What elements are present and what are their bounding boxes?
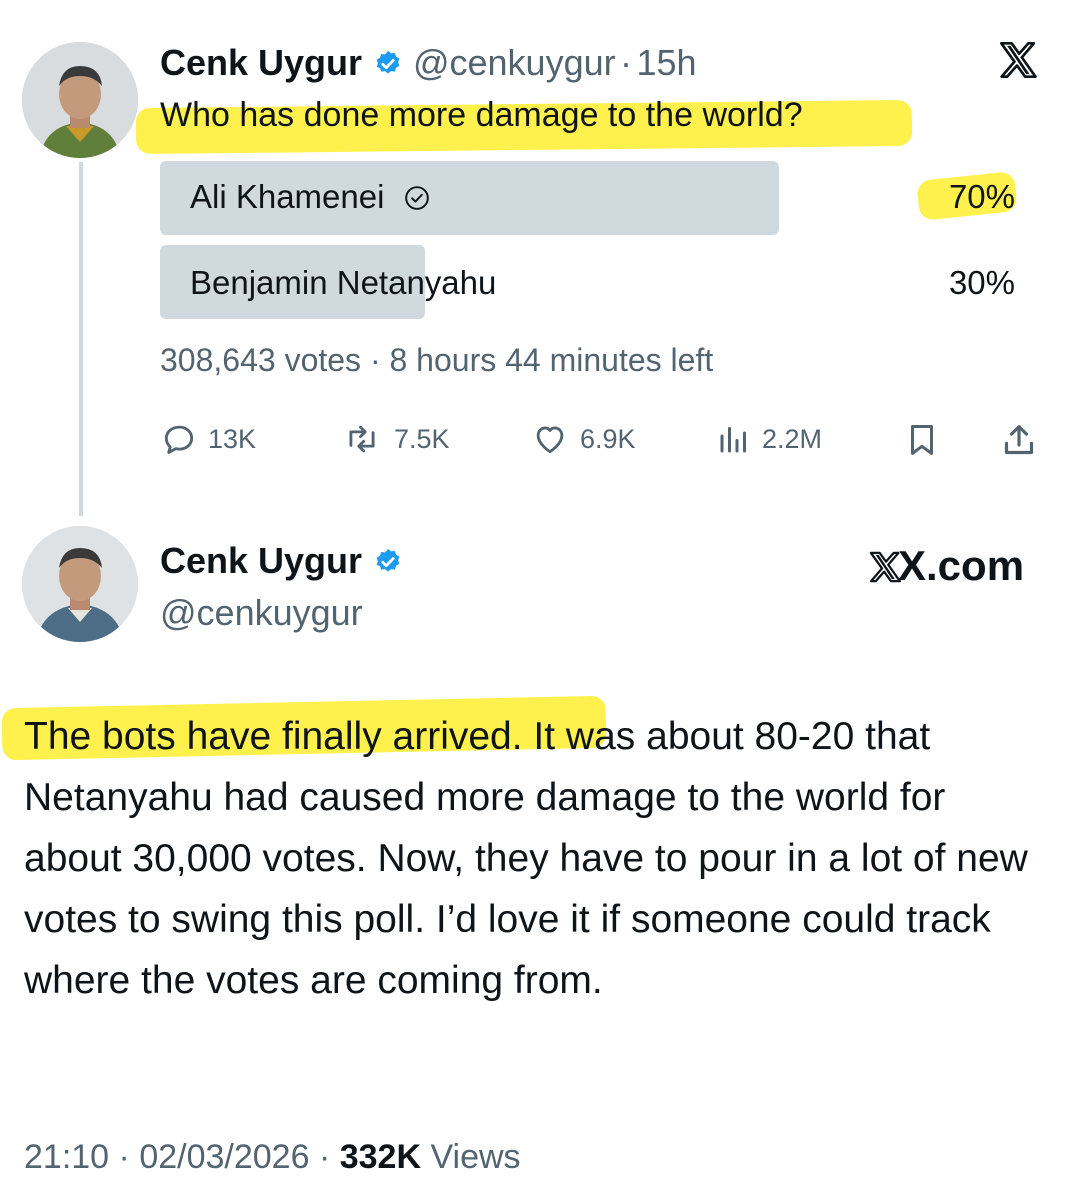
site-label-text: X.com: [898, 542, 1025, 589]
main-post-author: Cenk Uygur: [160, 540, 403, 582]
poll-option-percent: 70%: [948, 178, 1015, 215]
views-label: Views: [430, 1138, 521, 1176]
poll-question: Who has done more damage to the world?: [160, 96, 803, 134]
author-name[interactable]: Cenk Uygur: [160, 42, 362, 83]
poll-option-row: Ali Khamenei: [190, 178, 430, 216]
x-logo-icon: [869, 551, 902, 583]
poll-option-label: Benjamin Netanyahu: [190, 264, 497, 301]
separator-dot: ·: [118, 1138, 130, 1176]
post-time[interactable]: 15h: [637, 42, 697, 83]
post-body-highlighted: The bots have finally arrived.: [24, 715, 523, 758]
thread-connector-line: [79, 162, 83, 516]
separator-dot: ·: [318, 1138, 331, 1176]
like-icon: [536, 426, 564, 454]
post-body-rest: It was about 80-20 that Netanyahu had ca…: [24, 715, 1028, 1002]
repost-icon: [349, 425, 375, 453]
separator-dot: ·: [369, 342, 381, 378]
poll-vote-count: 308,643 votes: [160, 342, 362, 378]
like-count: 6.9K: [580, 423, 636, 454]
author-name[interactable]: Cenk Uygur: [160, 540, 362, 581]
poll-time-left: 8 hours 44 minutes left: [389, 342, 714, 378]
poll-option-percent: 30%: [948, 264, 1015, 301]
views-button[interactable]: 2.2M: [716, 420, 822, 458]
separator-dot: ·: [620, 42, 633, 83]
bookmark-icon[interactable]: [903, 420, 941, 460]
views-count: 2.2M: [762, 423, 823, 454]
verified-badge-icon: [376, 548, 399, 572]
x-logo-icon[interactable]: [996, 40, 1040, 80]
site-label: X.com: [868, 542, 1024, 590]
verified-badge-icon: [376, 50, 399, 74]
post-date[interactable]: 02/03/2026: [139, 1138, 309, 1176]
quoted-post-header: Cenk Uygur @cenkuygur · 15h: [160, 42, 697, 84]
post-body: The bots have finally arrived. It was ab…: [24, 706, 1044, 1011]
reply-icon: [164, 425, 194, 454]
author-handle[interactable]: @cenkuygur: [160, 592, 363, 634]
repost-count: 7.5K: [394, 423, 450, 454]
repost-button[interactable]: 7.5K: [340, 420, 450, 458]
reply-button[interactable]: 13K: [160, 420, 256, 458]
views-count: 332K: [339, 1138, 422, 1176]
views-icon: [720, 427, 746, 453]
post-footer: 21:10 · 02/03/2026 · 332K Views: [24, 1138, 521, 1177]
checkmark-circle-icon: [404, 186, 429, 210]
poll-meta: 308,643 votes · 8 hours 44 minutes left: [160, 342, 713, 379]
like-button[interactable]: 6.9K: [530, 420, 636, 458]
share-icon[interactable]: [999, 420, 1039, 460]
poll-option-label: Ali Khamenei: [190, 178, 385, 215]
avatar[interactable]: [22, 42, 138, 158]
post-time[interactable]: 21:10: [24, 1138, 109, 1176]
author-handle[interactable]: @cenkuygur: [413, 42, 616, 83]
avatar[interactable]: [22, 526, 138, 642]
reply-count: 13K: [208, 423, 257, 454]
